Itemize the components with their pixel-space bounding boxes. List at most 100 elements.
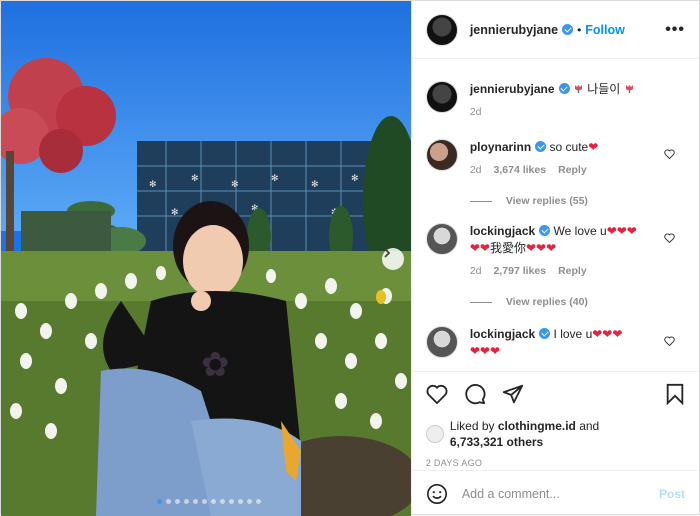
- carousel-dot: [211, 499, 216, 504]
- carousel-dot: [256, 499, 261, 504]
- view-replies-button[interactable]: View replies (40): [469, 296, 685, 308]
- header-username[interactable]: jennierubyjane: [470, 23, 574, 37]
- carousel-dot: [193, 499, 198, 504]
- carousel-dot: [175, 499, 180, 504]
- svg-text:✻: ✻: [171, 208, 179, 218]
- share-send-icon[interactable]: [502, 383, 524, 405]
- comments-list[interactable]: jennierubyjane 나들이 2d ploynarinn so cute…: [412, 59, 699, 371]
- comment-body: ploynarinn so cute❤ 2d 3,674 likes Reply: [470, 139, 685, 179]
- comment-body: lockingjack We love u❤❤❤ ❤❤我愛你❤❤❤ 2d 2,7…: [470, 223, 685, 280]
- divider-line: [469, 301, 492, 303]
- comment-meta: 2d 2,797 likes Reply: [470, 263, 685, 280]
- like-comment-heart-icon[interactable]: [664, 233, 675, 243]
- comment-row: ploynarinn so cute❤ 2d 3,674 likes Reply: [425, 139, 685, 179]
- heart-emoji-icon: ❤❤❤: [606, 224, 637, 238]
- heart-emoji-icon: ❤: [588, 140, 599, 154]
- reply-button[interactable]: Reply: [558, 162, 587, 179]
- tulip-emoji-icon: [625, 85, 633, 93]
- post-actions: Liked by clothingme.id and 6,733,321 oth…: [411, 371, 699, 468]
- verified-badge-icon: [558, 83, 570, 94]
- comment-text: so cute: [549, 140, 589, 154]
- add-comment-bar: Post: [411, 470, 699, 516]
- caption-username[interactable]: jennierubyjane: [470, 82, 555, 96]
- avatar[interactable]: [425, 425, 444, 443]
- post-comment-button[interactable]: Post: [659, 487, 685, 501]
- carousel-dot: [229, 499, 234, 504]
- svg-text:✻: ✻: [311, 180, 319, 190]
- liked-by: Liked by clothingme.id and 6,733,321 oth…: [425, 418, 685, 450]
- liked-and: and: [575, 419, 600, 433]
- comment-text: We love u: [553, 224, 607, 238]
- liked-user[interactable]: clothingme.id: [498, 419, 576, 433]
- like-heart-icon[interactable]: [426, 384, 448, 404]
- comment-username[interactable]: lockingjack: [470, 327, 535, 341]
- save-bookmark-icon[interactable]: [665, 383, 685, 405]
- comment-time: 2d: [469, 164, 482, 176]
- comment-row: lockingjack We love u❤❤❤ ❤❤我愛你❤❤❤ 2d 2,7…: [425, 223, 685, 280]
- carousel-dot: [220, 499, 225, 504]
- instagram-post: ✻✻✻ ✻✻✻ ✻✻✻: [0, 0, 700, 516]
- comment-likes[interactable]: 2,797 likes: [494, 263, 547, 280]
- carousel-dot: [238, 499, 243, 504]
- svg-text:✿: ✿: [201, 345, 230, 385]
- tulip-emoji-icon: [574, 85, 582, 93]
- action-icons-row: [426, 382, 685, 406]
- comment-username[interactable]: ploynarinn: [470, 140, 531, 154]
- avatar[interactable]: [425, 326, 458, 358]
- svg-text:✻: ✻: [191, 174, 199, 184]
- heart-emoji-icon: ❤❤: [469, 241, 490, 255]
- carousel-dot: [166, 499, 171, 504]
- carousel-dot: [184, 499, 189, 504]
- caption-row: jennierubyjane 나들이 2d: [425, 81, 685, 121]
- more-options-icon[interactable]: •••: [665, 21, 685, 39]
- caption-time: 2d: [469, 106, 482, 118]
- avatar[interactable]: [425, 139, 458, 171]
- heart-emoji-icon: ❤❤❤: [592, 327, 623, 341]
- avatar[interactable]: [425, 81, 458, 113]
- photo-illustration: ✻✻✻ ✻✻✻ ✻✻✻: [1, 1, 411, 516]
- carousel-dots: [157, 499, 261, 504]
- comment-username[interactable]: lockingjack: [470, 224, 535, 238]
- carousel-dot: [157, 499, 162, 504]
- view-replies-button[interactable]: View replies (55): [469, 195, 685, 207]
- post-date[interactable]: 2 DAYS AGO: [426, 458, 685, 468]
- view-replies-label[interactable]: View replies (40): [506, 296, 588, 308]
- post-side-panel: jennierubyjane • Follow ••• jennierubyja…: [410, 1, 699, 516]
- comment-text: I love u: [553, 327, 593, 341]
- like-comment-heart-icon[interactable]: [664, 336, 675, 346]
- post-photo[interactable]: ✻✻✻ ✻✻✻ ✻✻✻: [1, 1, 411, 516]
- svg-text:✻: ✻: [271, 174, 279, 184]
- caption-meta: 2d: [470, 104, 685, 121]
- svg-text:✻: ✻: [149, 180, 157, 190]
- comment-row: lockingjack I love u❤❤❤ ❤❤❤: [425, 326, 685, 360]
- reply-button[interactable]: Reply: [558, 263, 587, 280]
- comment-bubble-icon[interactable]: [464, 383, 486, 405]
- liked-by-text: Liked by clothingme.id and 6,733,321 oth…: [450, 418, 599, 450]
- svg-text:✻: ✻: [231, 180, 239, 190]
- avatar[interactable]: [425, 13, 458, 46]
- comment-likes[interactable]: 3,674 likes: [494, 162, 547, 179]
- verified-badge-icon: [562, 23, 574, 35]
- emoji-smiley-icon[interactable]: [426, 483, 448, 505]
- verified-badge-icon: [535, 141, 547, 152]
- caption-body: jennierubyjane 나들이 2d: [470, 81, 685, 121]
- verified-badge-icon: [539, 225, 551, 236]
- comment-input[interactable]: [461, 486, 659, 501]
- like-comment-heart-icon[interactable]: [664, 149, 675, 159]
- carousel-dot: [202, 499, 207, 504]
- comment-time: 2d: [469, 265, 482, 277]
- follow-button[interactable]: Follow: [585, 23, 625, 37]
- header-username-text[interactable]: jennierubyjane: [470, 23, 558, 37]
- divider-line: [469, 200, 492, 202]
- next-slide-button[interactable]: [382, 248, 404, 270]
- post-header: jennierubyjane • Follow •••: [411, 1, 699, 59]
- avatar[interactable]: [425, 223, 458, 255]
- carousel-dot: [247, 499, 252, 504]
- caption-text: 나들이: [587, 82, 621, 96]
- view-replies-label[interactable]: View replies (55): [506, 195, 588, 207]
- heart-emoji-icon: ❤❤❤: [525, 241, 557, 255]
- comment-meta: 2d 3,674 likes Reply: [470, 162, 685, 179]
- liked-others[interactable]: 6,733,321 others: [450, 435, 543, 449]
- liked-prefix: Liked by: [449, 419, 498, 433]
- verified-badge-icon: [539, 328, 551, 339]
